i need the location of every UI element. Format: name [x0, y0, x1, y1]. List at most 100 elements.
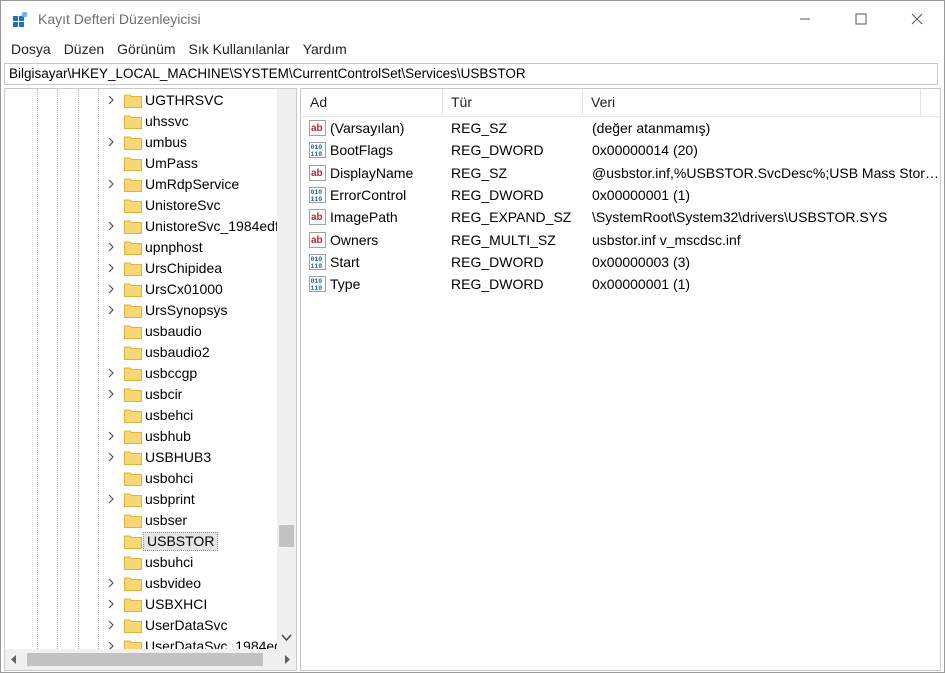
tree-item[interactable]: usbhub [5, 426, 277, 447]
value-name: (Varsayılan) [330, 120, 405, 136]
chevron-right-icon[interactable] [106, 494, 116, 504]
tree-item[interactable]: USBXHCI [5, 594, 277, 615]
tree-item[interactable]: UnistoreSvc [5, 195, 277, 216]
svg-text:ab: ab [311, 235, 323, 246]
value-row[interactable]: ab (Varsayılan) REG_SZ (değer atanmamış) [301, 117, 940, 139]
svg-text:ab: ab [311, 212, 323, 223]
chevron-right-icon[interactable] [106, 641, 116, 649]
chevron-right-icon[interactable] [106, 305, 116, 315]
svg-text:010: 010 [311, 256, 323, 263]
binary-value-icon: 010 110 [309, 186, 326, 203]
tree-item[interactable]: UmRdpService [5, 174, 277, 195]
value-row[interactable]: 010 110 Type REG_DWORD 0x00000001 (1) [301, 273, 940, 295]
tree-item[interactable]: USBHUB3 [5, 447, 277, 468]
tree-item[interactable]: UserDataSvc_1984edf [5, 636, 277, 649]
value-row[interactable]: 010 110 BootFlags REG_DWORD 0x00000014 (20) [301, 139, 940, 161]
folder-icon [124, 535, 142, 549]
string-value-icon: ab [309, 120, 326, 136]
chevron-right-icon[interactable] [106, 95, 116, 105]
close-button[interactable] [894, 1, 940, 37]
scroll-left-arrow-icon[interactable] [11, 655, 17, 664]
chevron-right-icon[interactable] [106, 221, 116, 231]
folder-icon [124, 94, 142, 108]
menu-view[interactable]: Görünüm [107, 39, 182, 61]
chevron-right-icon[interactable] [106, 137, 116, 147]
tree-vertical-scrollbar[interactable] [277, 89, 296, 649]
column-header-name[interactable]: Ad [301, 89, 442, 116]
tree-item[interactable]: usbehci [5, 405, 277, 426]
chevron-right-icon[interactable] [106, 620, 116, 630]
tree-item[interactable]: UrsSynopsys [5, 300, 277, 321]
menu-edit[interactable]: Düzen [54, 39, 111, 61]
value-data: @usbstor.inf,%USBSTOR.SvcDesc%;USB Mass … [592, 164, 939, 181]
value-data: usbstor.inf v_mscdsc.inf [592, 231, 741, 248]
value-data: 0x00000003 (3) [592, 253, 691, 270]
column-header-data[interactable]: Veri [582, 89, 920, 116]
tree-item[interactable]: usbaudio2 [5, 342, 277, 363]
chevron-right-icon[interactable] [106, 284, 116, 294]
tree-item[interactable]: UnistoreSvc_1984edf [5, 216, 277, 237]
tree-item[interactable]: UserDataSvc [5, 615, 277, 636]
tree-item-label: USBHUB3 [145, 449, 212, 465]
chevron-right-icon[interactable] [106, 368, 116, 378]
tree-item[interactable]: USBSTOR [5, 531, 277, 552]
tree-vertical-scroll-thumb[interactable] [279, 525, 294, 547]
column-header-type[interactable]: Tür [442, 89, 582, 116]
folder-icon [124, 157, 142, 171]
tree-item[interactable]: UrsChipidea [5, 258, 277, 279]
tree-item[interactable]: usbohci [5, 468, 277, 489]
chevron-right-icon[interactable] [106, 389, 116, 399]
tree-item[interactable]: UGTHRSVC [5, 90, 277, 111]
tree-item[interactable]: UmPass [5, 153, 277, 174]
menu-file[interactable]: Dosya [1, 39, 58, 61]
folder-icon [124, 304, 142, 318]
binary-value-icon: 010 110 [309, 276, 326, 293]
folder-icon [124, 493, 142, 507]
tree-item-label: UGTHRSVC [145, 92, 224, 108]
chevron-right-icon[interactable] [106, 242, 116, 252]
tree-item[interactable]: usbvideo [5, 573, 277, 594]
value-row[interactable]: 010 110 ErrorControl REG_DWORD 0x00000001 (1… [301, 184, 940, 206]
tree-item-label: USBSTOR [143, 532, 219, 551]
tree-item-label: umbus [145, 134, 188, 150]
maximize-icon [855, 13, 867, 25]
chevron-right-icon[interactable] [106, 179, 116, 189]
tree-item[interactable]: usbaudio [5, 321, 277, 342]
value-type: REG_MULTI_SZ [451, 231, 556, 248]
tree-item[interactable]: usbser [5, 510, 277, 531]
maximize-button[interactable] [838, 1, 884, 37]
value-data: 0x00000014 (20) [592, 142, 698, 159]
tree-item[interactable]: upnphost [5, 237, 277, 258]
column-separator[interactable] [920, 89, 921, 116]
chevron-right-icon[interactable] [106, 578, 116, 588]
tree-item-label: usbuhci [145, 554, 194, 570]
tree-horizontal-scroll-thumb[interactable] [27, 653, 263, 666]
value-row[interactable]: ab Owners REG_MULTI_SZ usbstor.inf v_mscdsc… [301, 229, 940, 251]
title-bar[interactable]: Kayıt Defteri Düzenleyicisi [1, 1, 944, 37]
tree-item[interactable]: usbprint [5, 489, 277, 510]
tree-horizontal-scrollbar[interactable] [5, 649, 296, 670]
minimize-button[interactable] [782, 1, 828, 37]
tree-item[interactable]: umbus [5, 132, 277, 153]
value-row[interactable]: ab DisplayName REG_SZ @usbstor.inf,%USBSTOR… [301, 162, 940, 184]
tree-item[interactable]: usbuhci [5, 552, 277, 573]
chevron-right-icon[interactable] [106, 263, 116, 273]
chevron-right-icon[interactable] [106, 431, 116, 441]
menu-favorites[interactable]: Sık Kullanılanlar [179, 39, 297, 61]
svg-text:110: 110 [311, 196, 323, 203]
value-row[interactable]: 010 110 Start REG_DWORD 0x00000003 (3) [301, 251, 940, 273]
scroll-right-arrow-icon[interactable] [284, 655, 290, 664]
value-row[interactable]: ab ImagePath REG_EXPAND_SZ \SystemRoot\Syst… [301, 206, 940, 228]
address-bar[interactable]: Bilgisayar\HKEY_LOCAL_MACHINE\SYSTEM\Cur… [4, 63, 938, 85]
scroll-down-arrow-icon[interactable] [281, 634, 292, 642]
tree-item[interactable]: usbcir [5, 384, 277, 405]
svg-text:110: 110 [311, 263, 323, 270]
chevron-right-icon[interactable] [106, 599, 116, 609]
chevron-right-icon[interactable] [106, 452, 116, 462]
tree-item[interactable]: usbccgp [5, 363, 277, 384]
menu-help[interactable]: Yardım [293, 39, 354, 61]
tree-item[interactable]: uhssvc [5, 111, 277, 132]
svg-text:110: 110 [311, 151, 323, 158]
tree-item[interactable]: UrsCx01000 [5, 279, 277, 300]
menu-bar: Dosya Düzen Görünüm Sık Kullanılanlar Ya… [1, 39, 944, 61]
